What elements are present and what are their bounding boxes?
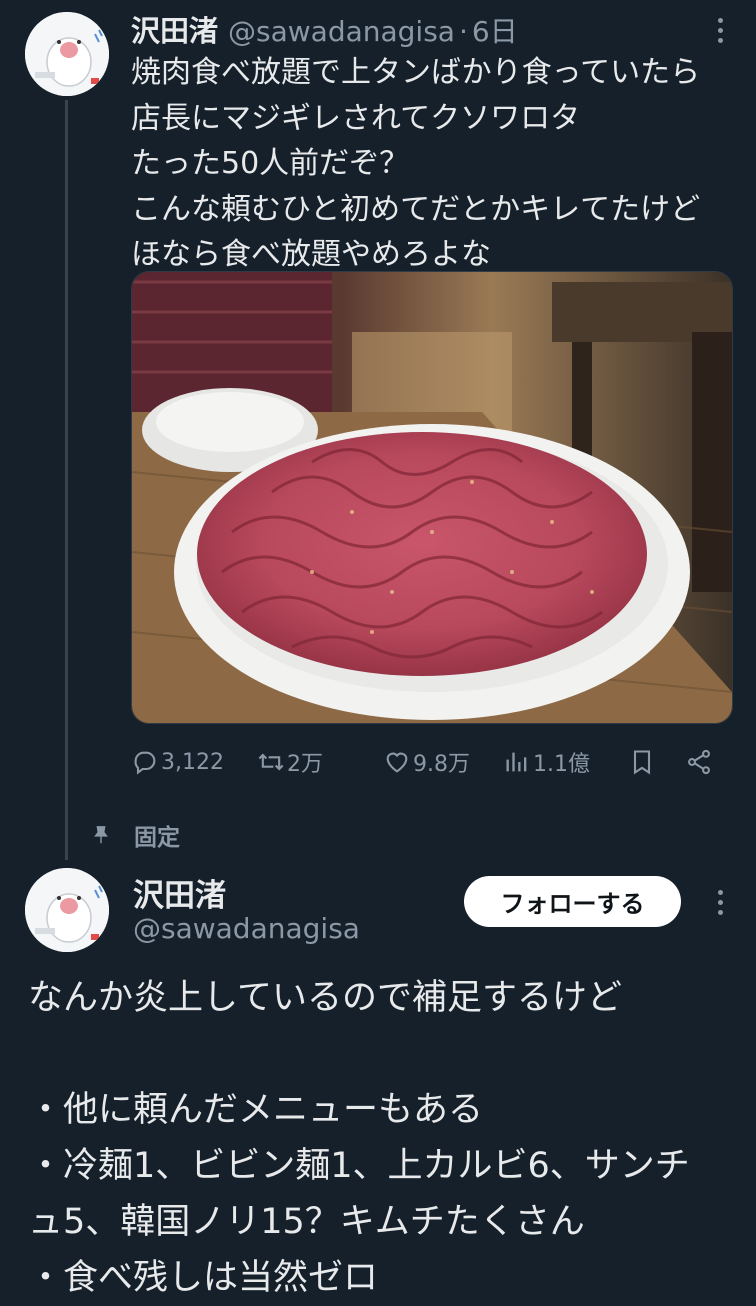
tweet-text-line: たった50人前だぞ？ <box>131 146 410 181</box>
pinned-label: 固定 <box>134 825 180 851</box>
follow-button[interactable]: フォローする <box>464 876 681 927</box>
tweet-actions-bar: 3,122 2万 9.8万 1.1億 <box>131 742 731 782</box>
bookmark-button[interactable] <box>628 742 658 782</box>
views-button[interactable]: 1.1億 <box>503 742 590 782</box>
view-count: 1.1億 <box>533 752 590 777</box>
separator-dot: · <box>458 15 468 48</box>
tweet-timestamp[interactable]: 6日 <box>472 10 518 50</box>
tweet-text-line: 店長にマジギレされてクソワロタ <box>131 100 581 136</box>
tweet-text-line: こんな頼むひと初めてだとかキレてたけど <box>131 191 701 227</box>
author-name[interactable]: 沢田渚 <box>131 8 218 50</box>
tweet-photo[interactable] <box>131 271 733 724</box>
pin-icon <box>94 826 108 844</box>
like-button[interactable]: 9.8万 <box>383 742 470 782</box>
tweet-header: 沢田渚 @sawadanagisa · 6日 <box>131 8 518 48</box>
like-icon <box>386 752 408 773</box>
views-icon <box>506 752 527 772</box>
author-handle[interactable]: @sawadanagisa <box>228 15 455 48</box>
avatar-illustration <box>25 12 109 96</box>
avatar-illustration <box>25 868 109 952</box>
meat-plate-photo <box>132 272 732 723</box>
reply-text-line: ・食べ残しは当然ゼロ <box>28 1258 379 1298</box>
avatar[interactable] <box>25 12 109 96</box>
reply-text-line: ・冷麺1、ビビン麺1、上カルビ6、サンチ <box>28 1146 690 1186</box>
bookmark-icon <box>633 750 651 775</box>
share-button[interactable] <box>685 742 715 782</box>
reply-text-line: ュ5、韓国ノリ15？キムチたくさん <box>28 1202 585 1242</box>
reply-text: なんか炎上しているので補足するけど ・他に頼んだメニューもある ・冷麺1、ビビン… <box>28 970 738 1306</box>
retweet-count: 2万 <box>287 752 323 777</box>
thread-line <box>65 100 68 860</box>
reply-text-line <box>28 1026 738 1082</box>
more-options-icon[interactable] <box>714 10 726 50</box>
more-options-icon[interactable] <box>714 882 726 922</box>
reply-text-line: なんか炎上しているので補足するけど <box>28 978 622 1018</box>
retweet-icon <box>258 753 284 771</box>
author-name[interactable]: 沢田渚 <box>133 870 226 915</box>
tweet-text-line: 焼肉食べ放題で上タンばかり食っていたら <box>131 55 701 90</box>
like-count: 9.8万 <box>413 752 470 777</box>
share-icon <box>688 749 710 775</box>
tweet-text: 焼肉食べ放題で上タンばかり食っていたら 店長にマジギレされてクソワロタ たった5… <box>131 50 741 278</box>
reply-icon <box>134 751 156 775</box>
reply-text-line: ・他に頼んだメニューもある <box>28 1090 484 1130</box>
reply-button[interactable]: 3,122 <box>131 742 224 782</box>
pinned-indicator: 固定 <box>90 818 180 852</box>
reply-count: 3,122 <box>161 749 224 775</box>
retweet-button[interactable]: 2万 <box>257 742 323 782</box>
author-handle[interactable]: @sawadanagisa <box>133 912 360 945</box>
avatar[interactable] <box>25 868 109 952</box>
